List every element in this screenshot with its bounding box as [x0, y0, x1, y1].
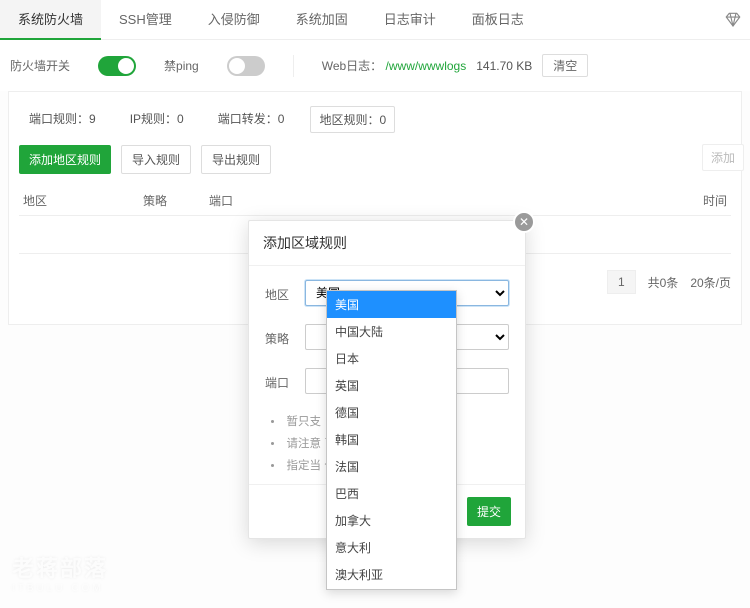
field-label-strategy: 策略	[265, 324, 305, 347]
region-option[interactable]: 德国	[327, 399, 456, 426]
region-option[interactable]: 荷兰	[327, 588, 456, 590]
region-option[interactable]: 法国	[327, 453, 456, 480]
region-option[interactable]: 巴西	[327, 480, 456, 507]
region-option[interactable]: 加拿大	[327, 507, 456, 534]
field-label-region: 地区	[265, 280, 305, 303]
region-dropdown-list[interactable]: 美国中国大陆日本英国德国韩国法国巴西加拿大意大利澳大利亚荷兰俄罗斯印度中国台湾瑞…	[326, 290, 457, 590]
region-option[interactable]: 澳大利亚	[327, 561, 456, 588]
region-option[interactable]: 意大利	[327, 534, 456, 561]
region-option[interactable]: 日本	[327, 345, 456, 372]
field-label-port: 端口	[265, 368, 305, 391]
region-option[interactable]: 英国	[327, 372, 456, 399]
modal-overlay: ✕ 添加区域规则 地区 美国 策略 端口 暂只支 请注意	[0, 0, 750, 608]
modal-title: 添加区域规则	[249, 221, 525, 266]
close-icon[interactable]: ✕	[513, 211, 535, 233]
region-option[interactable]: 韩国	[327, 426, 456, 453]
region-option[interactable]: 中国大陆	[327, 318, 456, 345]
submit-button[interactable]: 提交	[467, 497, 511, 526]
region-option[interactable]: 美国	[327, 291, 456, 318]
